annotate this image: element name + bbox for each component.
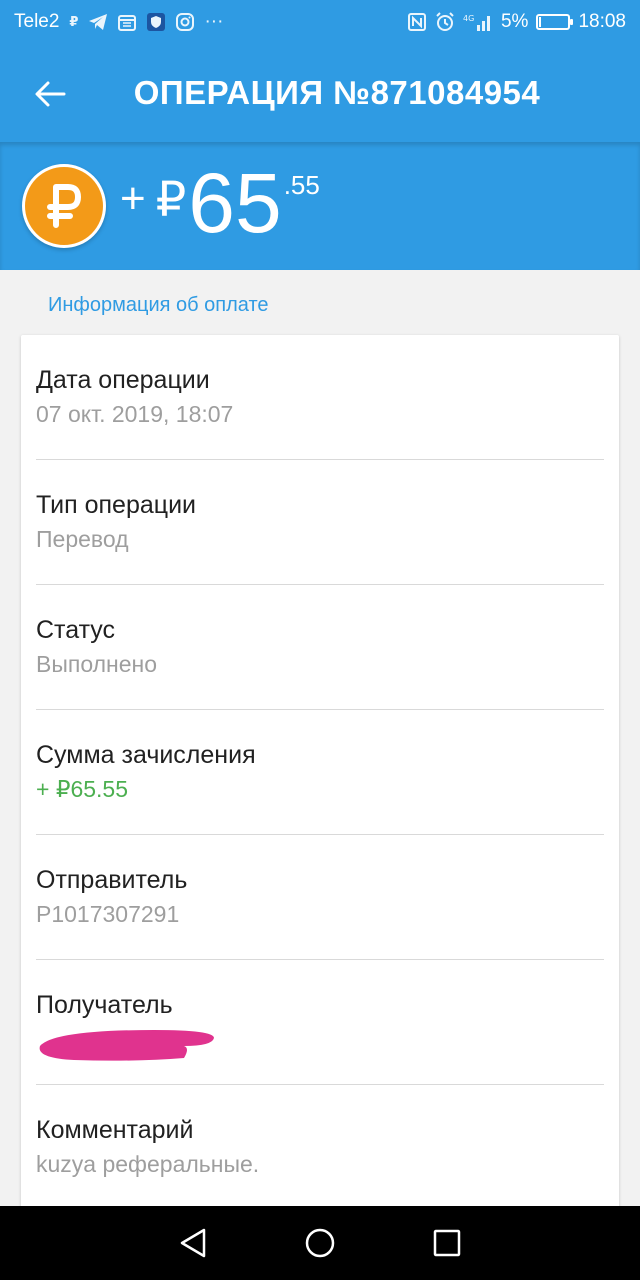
carrier-name: Tele2	[14, 11, 60, 32]
detail-label: Сумма зачисления	[36, 741, 256, 769]
detail-label: Дата операции	[36, 366, 210, 394]
ruble-coin-icon	[22, 164, 106, 248]
system-nav-bar	[0, 1206, 640, 1280]
calendar-icon	[118, 13, 137, 31]
battery-icon	[536, 14, 574, 30]
detail-row-date: Дата операции 07 окт. 2019, 18:07	[36, 335, 604, 460]
svg-text:4G: 4G	[463, 14, 474, 23]
detail-row-amount: Сумма зачисления + ₽65.55	[36, 710, 604, 835]
detail-value: Перевод	[36, 526, 129, 552]
redaction-mark	[39, 1030, 214, 1061]
amount-integer: 65	[188, 156, 282, 250]
detail-row-sender: Отправитель P1017307291	[36, 835, 604, 960]
page-title: ОПЕРАЦИЯ №871084954	[133, 74, 541, 111]
telegram-icon	[88, 13, 108, 31]
nav-home-icon[interactable]	[298, 1221, 342, 1265]
app-bar: ОПЕРАЦИЯ №871084954	[0, 44, 640, 142]
nav-back-icon[interactable]	[171, 1221, 215, 1265]
battery-percent: 5%	[500, 11, 529, 32]
detail-label: Комментарий	[36, 1116, 194, 1144]
detail-row-type: Тип операции Перевод	[36, 460, 604, 585]
nav-recents-icon[interactable]	[425, 1221, 469, 1265]
amount-header: + ₽ 65 .55	[0, 142, 640, 270]
amount-display: + ₽ 65 .55	[120, 158, 320, 248]
currency-symbol: ₽	[155, 174, 187, 227]
nfc-icon	[407, 12, 427, 32]
payment-details-card: Дата операции 07 окт. 2019, 18:07 Тип оп…	[21, 335, 619, 1215]
payment-app-icon: ₽	[69, 14, 79, 29]
status-bar: Tele2 ₽ ··· 4G 5% 18:08	[0, 0, 640, 44]
more-notifications-icon: ···	[204, 11, 224, 32]
clock-time: 18:08	[578, 11, 626, 32]
detail-value: kuzya реферальные.	[36, 1151, 260, 1177]
detail-value: Выполнено	[36, 651, 158, 677]
signal-icon: 4G	[463, 13, 493, 31]
detail-row-comment: Комментарий kuzya реферальные.	[36, 1085, 604, 1210]
section-title: Информация об оплате	[48, 294, 269, 316]
alarm-icon	[435, 12, 455, 32]
detail-label: Статус	[36, 616, 116, 644]
instagram-icon	[176, 13, 195, 31]
detail-value-credit: + ₽65.55	[36, 776, 129, 802]
detail-label: Получатель	[36, 991, 173, 1019]
amount-fraction: .55	[283, 170, 320, 200]
amount-sign: +	[120, 174, 146, 223]
detail-row-status: Статус Выполнено	[36, 585, 604, 710]
detail-value: P1017307291	[36, 901, 180, 927]
back-arrow-icon[interactable]	[30, 74, 70, 114]
detail-label: Отправитель	[36, 866, 188, 894]
detail-value: 07 окт. 2019, 18:07	[36, 401, 234, 427]
detail-label: Тип операции	[36, 491, 197, 519]
detail-row-recipient: Получатель	[36, 960, 604, 1085]
shield-icon	[146, 12, 166, 32]
